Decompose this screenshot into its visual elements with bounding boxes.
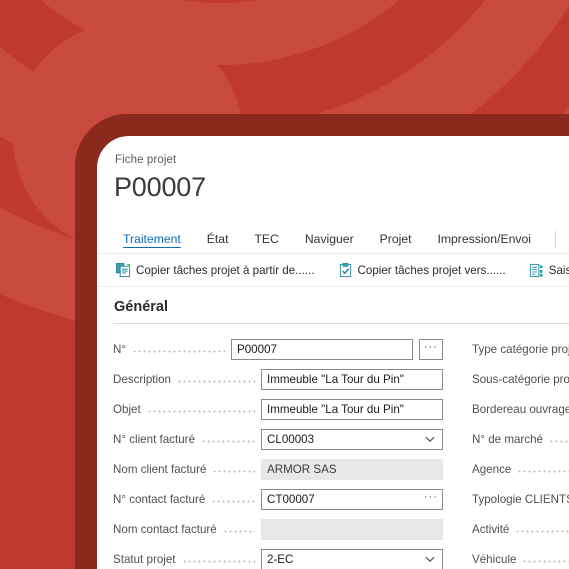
saisie-av-label: Saisie Av xyxy=(548,264,569,277)
field-row-typologie-clients: Typologie CLIENTS xyxy=(472,484,569,514)
copy-from-icon xyxy=(116,263,131,278)
field-label-nom-contact-facture: Nom contact facturé xyxy=(113,522,217,536)
field-row-sous-categorie-projet: Sous-catégorie proj xyxy=(472,364,569,394)
dot-leader xyxy=(211,495,255,507)
field-row-bordereau-ouvrage: Bordereau ouvrage xyxy=(472,394,569,424)
field-row-vehicule: Véhicule xyxy=(472,544,569,569)
field-label-typologie-clients: Typologie CLIENTS xyxy=(472,492,569,506)
field-label-nom-client-facture: Nom client facturé xyxy=(113,462,207,476)
dot-leader xyxy=(517,465,569,477)
assist-ellipsis-icon[interactable]: ··· xyxy=(424,491,438,506)
dot-leader xyxy=(177,375,255,387)
tab-projet[interactable]: Projet xyxy=(367,229,425,250)
tab-separator xyxy=(554,230,556,248)
field-label-no-contact-facture: N° contact facturé xyxy=(113,492,206,506)
copy-project-tasks-to-label: Copier tâches projet vers...... xyxy=(357,264,506,277)
field-value-numero: P00007 xyxy=(237,342,277,356)
chevron-down-icon[interactable] xyxy=(424,553,436,565)
copy-to-icon xyxy=(338,263,353,278)
field-label-vehicule: Véhicule xyxy=(472,552,517,566)
field-input-nom-client-facture: ARMOR SAS xyxy=(261,458,443,480)
field-label-bordereau-ouvrage: Bordereau ouvrage xyxy=(472,402,569,416)
field-input-statut-projet[interactable]: 2-EC xyxy=(261,548,443,569)
field-row-nom-client-facture: Nom client facturé ARMOR SAS xyxy=(113,454,443,484)
tab-bar-divider xyxy=(97,253,569,254)
tab-traitement[interactable]: Traitement xyxy=(110,229,194,250)
field-label-statut-projet: Statut projet xyxy=(113,552,176,566)
dot-leader xyxy=(549,435,569,447)
form-column-left: N° P00007 ··· Description Immeuble "La T… xyxy=(113,334,443,569)
section-title-general: Général xyxy=(114,299,168,315)
dot-leader xyxy=(522,555,569,567)
field-row-no-client-facture: N° client facturé CL00003 xyxy=(113,424,443,454)
field-value-description: Immeuble "La Tour du Pin" xyxy=(267,372,404,386)
field-row-objet: Objet Immeuble "La Tour du Pin" xyxy=(113,394,443,424)
dot-leader xyxy=(222,525,255,537)
field-row-agence: Agence xyxy=(472,454,569,484)
field-label-no-client-facture: N° client facturé xyxy=(113,432,195,446)
tab-naviguer[interactable]: Naviguer xyxy=(292,229,367,250)
field-row-no-contact-facture: N° contact facturé CT00007 ··· xyxy=(113,484,443,514)
saisie-av-button[interactable]: Saisie Av xyxy=(524,261,569,280)
entry-icon xyxy=(529,263,544,278)
field-input-objet[interactable]: Immeuble "La Tour du Pin" xyxy=(261,398,443,420)
dot-leader xyxy=(146,405,255,417)
field-label-agence: Agence xyxy=(472,462,512,476)
field-input-no-contact-facture[interactable]: CT00007 ··· xyxy=(261,488,443,510)
chevron-down-icon[interactable] xyxy=(424,433,436,445)
field-input-nom-contact-facture xyxy=(261,518,443,540)
field-label-numero: N° xyxy=(113,342,127,356)
tab-tec[interactable]: TEC xyxy=(241,229,291,250)
tab-bar: Traitement État TEC Naviguer Projet Impr… xyxy=(110,225,569,253)
field-label-objet: Objet xyxy=(113,402,141,416)
field-value-statut-projet: 2-EC xyxy=(267,552,294,566)
field-row-type-categorie-projet: Type catégorie proj xyxy=(472,334,569,364)
field-label-sous-categorie-projet: Sous-catégorie proj xyxy=(472,372,569,386)
dot-leader xyxy=(181,555,255,567)
tab-impression-envoi[interactable]: Impression/Envoi xyxy=(424,229,543,250)
field-value-nom-client-facture: ARMOR SAS xyxy=(267,462,337,476)
action-toolbar: Copier tâches projet à partir de...... C… xyxy=(111,257,569,284)
field-value-objet: Immeuble "La Tour du Pin" xyxy=(267,402,404,416)
tab-etat[interactable]: État xyxy=(194,229,242,250)
field-row-no-de-marche: N° de marché xyxy=(472,424,569,454)
field-input-numero[interactable]: P00007 xyxy=(231,338,413,360)
dot-leader xyxy=(515,525,569,537)
copy-project-tasks-from-button[interactable]: Copier tâches projet à partir de...... xyxy=(111,261,320,280)
field-label-activite: Activité xyxy=(472,522,510,536)
field-row-statut-projet: Statut projet 2-EC xyxy=(113,544,443,569)
toolbar-divider xyxy=(97,286,569,287)
page-title: P00007 xyxy=(114,172,206,202)
copy-project-tasks-to-button[interactable]: Copier tâches projet vers...... xyxy=(333,261,511,280)
app-background: Fiche projet P00007 Traitement État TEC … xyxy=(0,0,569,569)
field-value-no-client-facture: CL00003 xyxy=(267,432,315,446)
dot-leader xyxy=(212,465,255,477)
project-card: Fiche projet P00007 Traitement État TEC … xyxy=(97,136,569,569)
dot-leader xyxy=(132,345,225,357)
field-row-numero: N° P00007 ··· xyxy=(113,334,443,364)
copy-project-tasks-from-label: Copier tâches projet à partir de...... xyxy=(136,264,315,277)
field-row-nom-contact-facture: Nom contact facturé xyxy=(113,514,443,544)
section-divider xyxy=(113,323,569,324)
field-row-activite: Activité xyxy=(472,514,569,544)
field-label-description: Description xyxy=(113,372,171,386)
breadcrumb: Fiche projet xyxy=(115,154,177,166)
field-label-type-categorie-projet: Type catégorie proj xyxy=(472,342,569,356)
field-value-no-contact-facture: CT00007 xyxy=(267,492,315,506)
background-ring-inner xyxy=(0,0,500,65)
assist-edit-button-numero[interactable]: ··· xyxy=(419,338,443,360)
field-input-description[interactable]: Immeuble "La Tour du Pin" xyxy=(261,368,443,390)
field-row-description: Description Immeuble "La Tour du Pin" xyxy=(113,364,443,394)
dot-leader xyxy=(200,435,255,447)
form-column-right: Type catégorie proj Sous-catégorie proj … xyxy=(472,334,569,569)
field-input-no-client-facture[interactable]: CL00003 xyxy=(261,428,443,450)
field-label-no-de-marche: N° de marché xyxy=(472,432,544,446)
